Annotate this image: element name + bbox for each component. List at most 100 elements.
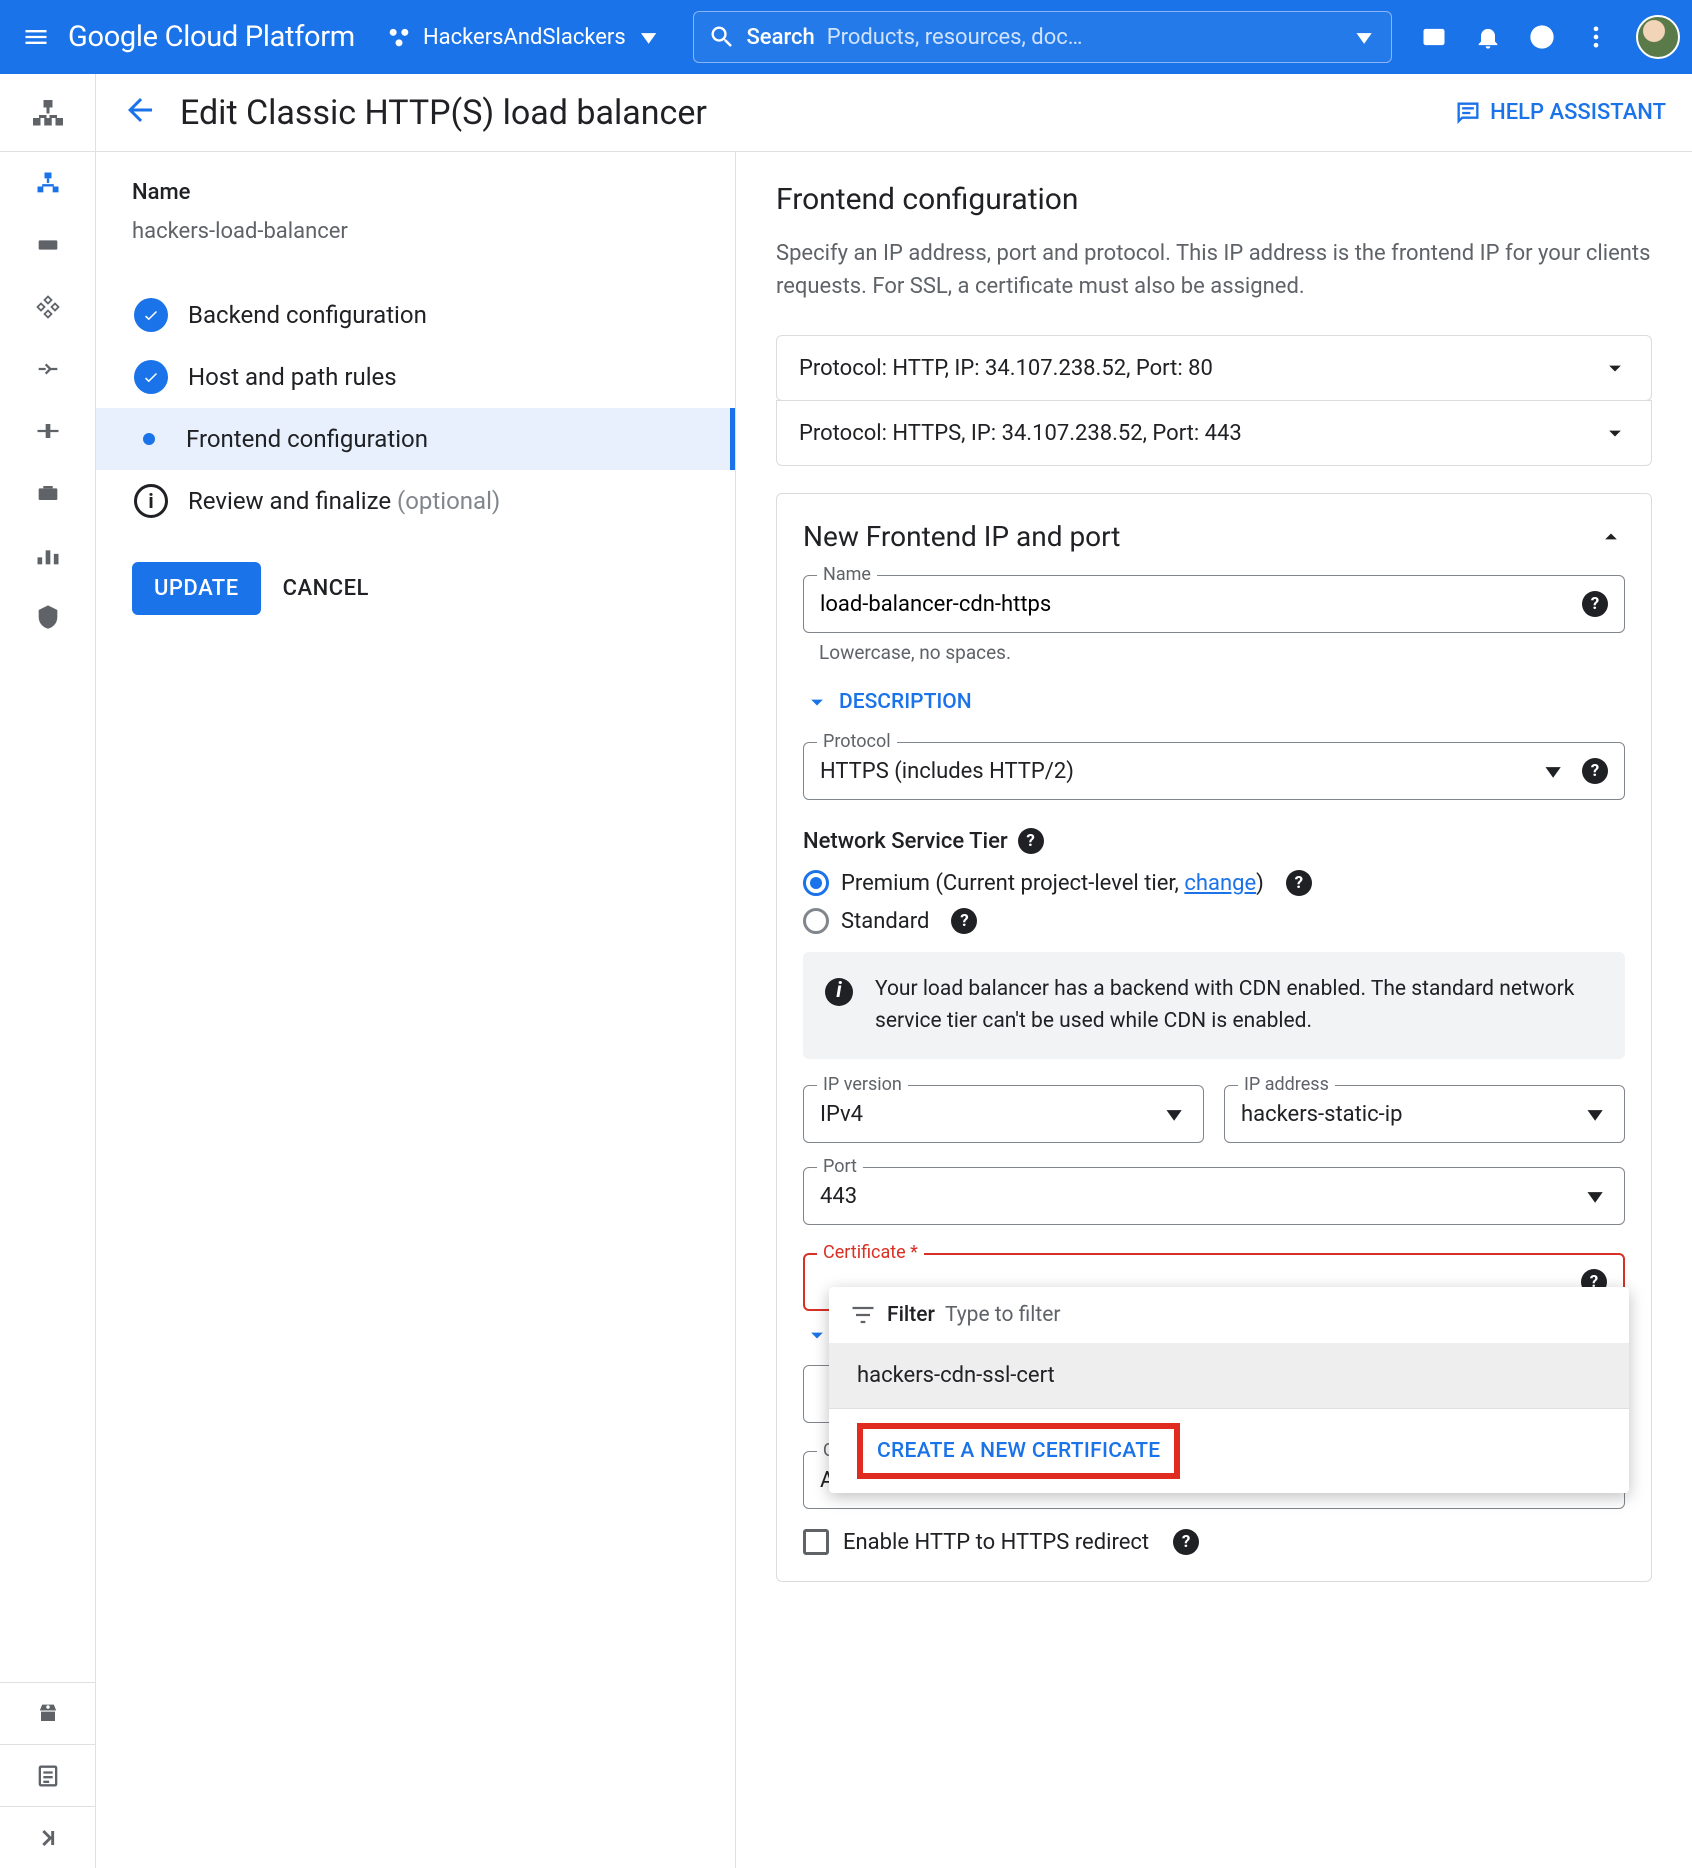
rail-item-3[interactable] — [0, 276, 96, 338]
action-buttons: UPDATE CANCEL — [132, 562, 699, 615]
cdn-info-banner: i Your load balancer has a backend with … — [803, 952, 1625, 1059]
panel-title: New Frontend IP and port — [803, 520, 1120, 553]
rail-item-2[interactable] — [0, 214, 96, 276]
rail-marketplace[interactable] — [0, 1682, 96, 1744]
update-button[interactable]: UPDATE — [132, 562, 261, 615]
name-label: Name — [132, 180, 699, 205]
section-title: Frontend configuration — [776, 182, 1652, 217]
radio-checked-icon — [803, 870, 829, 896]
https-redirect-checkbox[interactable]: Enable HTTP to HTTPS redirect ? — [803, 1529, 1625, 1555]
rail-item-7[interactable] — [0, 524, 96, 586]
tier-standard-radio[interactable]: Standard ? — [803, 908, 1625, 934]
page-title: Edit Classic HTTP(S) load balancer — [180, 93, 707, 133]
dropdown-arrow-icon: ▼ — [1582, 1185, 1608, 1207]
rail-bottom — [0, 1682, 95, 1868]
global-header: Google Cloud Platform HackersAndSlackers… — [0, 0, 1692, 74]
chevron-up-icon[interactable] — [1597, 523, 1625, 551]
checkbox-icon — [803, 1529, 829, 1555]
search-label: Search — [746, 25, 814, 50]
tier-premium-radio[interactable]: Premium (Current project-level tier, cha… — [803, 870, 1625, 896]
chevron-down-icon: ▼ — [636, 26, 662, 48]
radio-unchecked-icon — [803, 908, 829, 934]
chevron-down-icon — [803, 688, 831, 716]
frontend-config-panel: Frontend configuration Specify an IP add… — [736, 152, 1692, 1868]
rail-release-notes[interactable] — [0, 1744, 96, 1806]
check-icon — [134, 298, 168, 332]
page-header: Edit Classic HTTP(S) load balancer HELP … — [96, 74, 1692, 152]
port-field[interactable]: Port 443▼ — [803, 1167, 1625, 1225]
dropdown-filter[interactable]: Filter Type to filter — [829, 1287, 1629, 1343]
config-steps-panel: Name hackers-load-balancer Backend confi… — [96, 152, 736, 1868]
help-icon[interactable] — [1528, 23, 1556, 51]
info-icon: i — [825, 978, 853, 1006]
ip-version-field[interactable]: IP version IPv4▼ — [803, 1085, 1204, 1143]
step-backend-config[interactable]: Backend configuration — [132, 284, 699, 346]
gcp-logo[interactable]: Google Cloud Platform — [68, 20, 355, 54]
info-icon: i — [134, 484, 168, 518]
frontend-https-row[interactable]: Protocol: HTTPS, IP: 34.107.238.52, Port… — [776, 400, 1652, 466]
step-review[interactable]: i Review and finalize (optional) — [132, 470, 699, 532]
step-frontend-config[interactable]: Frontend configuration — [96, 408, 735, 470]
check-icon — [134, 360, 168, 394]
project-name: HackersAndSlackers — [423, 25, 626, 50]
network-tier-label: Network Service Tier ? — [803, 828, 1625, 854]
active-dot-icon — [143, 433, 155, 445]
project-icon — [385, 23, 413, 51]
search-field[interactable]: Search ▼ — [693, 11, 1392, 63]
create-cert-row: CREATE A NEW CERTIFICATE — [829, 1409, 1629, 1493]
rail-item-4[interactable] — [0, 338, 96, 400]
frontend-http-row[interactable]: Protocol: HTTP, IP: 34.107.238.52, Port:… — [776, 335, 1652, 401]
nav-menu-button[interactable] — [12, 13, 60, 61]
more-icon[interactable] — [1582, 23, 1610, 51]
help-icon[interactable]: ? — [1582, 758, 1608, 784]
help-icon[interactable]: ? — [1018, 828, 1044, 854]
description-toggle[interactable]: DESCRIPTION — [803, 688, 1625, 716]
fe-name-hint: Lowercase, no spaces. — [819, 641, 1625, 664]
cancel-button[interactable]: CANCEL — [283, 562, 369, 615]
rail-item-8[interactable] — [0, 586, 96, 648]
search-input[interactable] — [827, 25, 1352, 50]
create-certificate-button[interactable]: CREATE A NEW CERTIFICATE — [857, 1423, 1180, 1479]
help-assistant-button[interactable]: HELP ASSISTANT — [1454, 99, 1666, 127]
rail-collapse[interactable] — [0, 1806, 96, 1868]
filter-icon — [849, 1301, 877, 1329]
chevron-down-icon — [803, 1321, 831, 1349]
help-icon[interactable]: ? — [1286, 870, 1312, 896]
network-services-icon[interactable] — [0, 78, 96, 152]
dropdown-arrow-icon: ▼ — [1540, 760, 1566, 782]
help-icon[interactable]: ? — [951, 908, 977, 934]
section-description: Specify an IP address, port and protocol… — [776, 237, 1652, 303]
account-avatar[interactable] — [1636, 15, 1680, 59]
rail-load-balancing[interactable] — [0, 152, 96, 214]
arrow-back-icon — [122, 92, 158, 128]
chevron-down-icon — [1601, 419, 1629, 447]
change-tier-link[interactable]: change — [1184, 871, 1256, 896]
rail-item-5[interactable] — [0, 400, 96, 462]
dropdown-arrow-icon: ▼ — [1582, 1103, 1608, 1125]
chevron-down-icon — [1601, 354, 1629, 382]
back-button[interactable] — [122, 92, 158, 134]
protocol-field[interactable]: Protocol HTTPS (includes HTTP/2) ▼ ? — [803, 742, 1625, 800]
rail-item-6[interactable] — [0, 462, 96, 524]
header-actions — [1420, 15, 1680, 59]
content-columns: Name hackers-load-balancer Backend confi… — [96, 152, 1692, 1868]
fe-name-input[interactable] — [820, 592, 1582, 617]
new-frontend-panel: New Frontend IP and port Name ? Lowercas… — [776, 493, 1652, 1582]
help-icon[interactable]: ? — [1582, 591, 1608, 617]
help-icon[interactable]: ? — [1173, 1529, 1199, 1555]
step-host-path[interactable]: Host and path rules — [132, 346, 699, 408]
hamburger-icon — [22, 23, 50, 51]
fe-name-field: Name ? — [803, 575, 1625, 633]
notifications-icon[interactable] — [1474, 23, 1502, 51]
certificate-field[interactable]: Certificate * ? Filter Type to filter ha… — [803, 1253, 1625, 1311]
search-container: Search ▼ — [693, 11, 1392, 63]
cloud-shell-icon[interactable] — [1420, 23, 1448, 51]
project-picker[interactable]: HackersAndSlackers ▼ — [373, 14, 674, 61]
certificate-dropdown: Filter Type to filter hackers-cdn-ssl-ce… — [829, 1287, 1629, 1493]
search-icon — [708, 23, 736, 51]
lb-name-value: hackers-load-balancer — [132, 219, 699, 244]
cert-option[interactable]: hackers-cdn-ssl-cert — [829, 1343, 1629, 1408]
ip-address-field[interactable]: IP address hackers-static-ip▼ — [1224, 1085, 1625, 1143]
chevron-down-icon[interactable]: ▼ — [1351, 26, 1377, 48]
chat-icon — [1454, 99, 1482, 127]
